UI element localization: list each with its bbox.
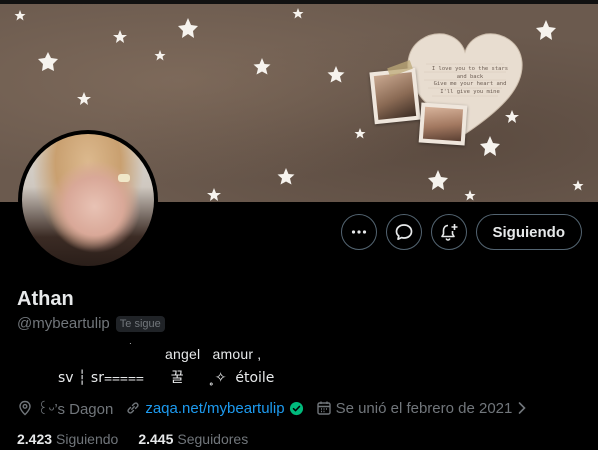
- following-stat[interactable]: 2.423 Siguiendo: [17, 431, 118, 447]
- link-icon: [127, 402, 139, 414]
- bio-line-2: sv ┆ sr⩶⩵ 꿀 ̥✧ étoile: [58, 370, 275, 386]
- following-button[interactable]: Siguiendo: [475, 214, 582, 250]
- bio-line-1: angel amour ,: [165, 346, 262, 362]
- collage-photo: [369, 67, 421, 125]
- joined-text: Se unió el febrero de 2021: [335, 399, 513, 417]
- bell-plus-icon: [440, 224, 457, 241]
- follow-stats: 2.423 Siguiendo 2.445 Seguidores: [17, 431, 248, 447]
- bio-decoration-dot: ·: [129, 339, 132, 348]
- message-bubble-icon: [395, 224, 412, 241]
- following-count: 2.423: [17, 431, 53, 447]
- chevron-right-icon[interactable]: [516, 401, 528, 415]
- profile-avatar[interactable]: [18, 130, 158, 270]
- follows-you-badge: Te sigue: [115, 315, 165, 332]
- website-link[interactable]: zaqa.net/mybeartulip: [145, 400, 284, 417]
- notify-button[interactable]: [430, 214, 467, 250]
- collage-photo: [418, 102, 468, 146]
- joined-item: Se unió el febrero de 2021: [316, 400, 529, 417]
- banner-collage: I love you to the stars and back Give me…: [369, 30, 530, 150]
- followers-stat[interactable]: 2.445 Seguidores: [138, 431, 248, 447]
- followers-label: Seguidores: [177, 431, 249, 447]
- verified-check-icon: [289, 401, 303, 415]
- website-item[interactable]: zaqa.net/mybeartulip: [125, 400, 303, 417]
- calendar-icon: [316, 401, 331, 415]
- handle-row: @mybeartulip Te sigue: [17, 315, 165, 332]
- display-name: Athan: [17, 288, 74, 310]
- hair-clip: [118, 174, 130, 182]
- location-item: ꒰ᵕ’s Dagon: [17, 398, 113, 418]
- message-button[interactable]: [385, 214, 422, 250]
- following-label: Siguiendo: [56, 431, 119, 447]
- more-button[interactable]: [340, 214, 377, 250]
- more-horizontal-icon: [351, 230, 366, 234]
- followers-count: 2.445: [138, 431, 174, 447]
- profile-meta: ꒰ᵕ’s Dagon zaqa.net/mybeartulip Se unió …: [17, 398, 540, 418]
- avatar-image: [22, 134, 154, 266]
- profile-actions: Siguiendo: [340, 214, 582, 250]
- location-pin-icon: [19, 400, 31, 416]
- user-handle: @mybeartulip: [17, 315, 110, 332]
- banner-note-text: I love you to the stars and back Give me…: [431, 66, 509, 95]
- location-text: ꒰ᵕ’s Dagon: [37, 401, 114, 418]
